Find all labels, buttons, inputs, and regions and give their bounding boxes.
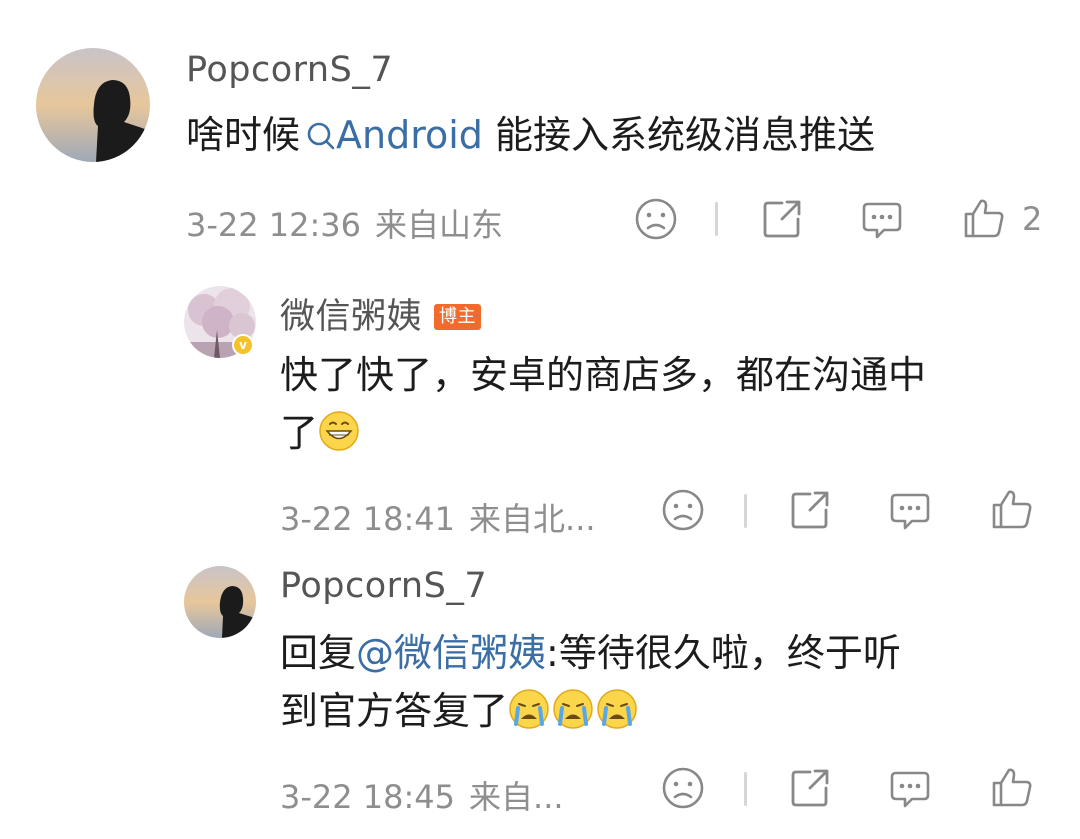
crying-emoji-icon: [508, 688, 640, 746]
grin-emoji-icon: [318, 410, 360, 468]
frown-icon[interactable]: [634, 197, 678, 241]
username[interactable]: PopcornS_7: [186, 50, 393, 90]
comment-meta: 3-22 18:41 来自北...: [280, 494, 596, 540]
location: 来自北...: [469, 500, 596, 538]
author-badge: 博主: [434, 304, 482, 330]
mention-link[interactable]: @微信粥姨: [356, 631, 546, 675]
comment-icon[interactable]: [860, 197, 904, 241]
thumbs-up-icon[interactable]: [962, 196, 1006, 240]
timestamp: 3-22 12:36: [186, 206, 362, 244]
avatar[interactable]: [184, 566, 256, 638]
search-icon: [307, 122, 335, 150]
share-icon[interactable]: [788, 766, 832, 810]
share-icon[interactable]: [788, 488, 832, 532]
frown-icon[interactable]: [661, 766, 705, 810]
topic-link[interactable]: Android: [300, 113, 483, 157]
share-icon[interactable]: [760, 197, 804, 241]
comment-text: 啥时候 Android 能接入系统级消息推送: [186, 113, 876, 157]
username[interactable]: 微信粥姨 博主: [280, 288, 482, 339]
frown-icon[interactable]: [661, 488, 705, 532]
divider: [744, 772, 747, 806]
like-count: 2: [1022, 200, 1043, 238]
comment-icon[interactable]: [888, 488, 932, 532]
comment-icon[interactable]: [888, 766, 932, 810]
location: 来自山东: [375, 206, 504, 244]
divider: [744, 494, 747, 528]
thumbs-up-icon[interactable]: [990, 765, 1034, 809]
comment-meta: 3-22 12:36 来自山东: [186, 200, 503, 246]
comment-meta: 3-22 18:45 来自...: [280, 772, 564, 818]
avatar[interactable]: [36, 48, 150, 162]
timestamp: 3-22 18:41: [280, 500, 456, 538]
location: 来自...: [469, 778, 564, 816]
comment-text: 快了快了，安卓的商店多，都在沟通中 了: [280, 346, 926, 468]
username[interactable]: PopcornS_7: [280, 566, 487, 606]
verified-badge: v: [232, 334, 254, 356]
thumbs-up-icon[interactable]: [990, 487, 1034, 531]
timestamp: 3-22 18:45: [280, 778, 456, 816]
divider: [715, 202, 718, 236]
comment-text: 回复@微信粥姨:等待很久啦，终于听 到官方答复了: [280, 624, 901, 746]
